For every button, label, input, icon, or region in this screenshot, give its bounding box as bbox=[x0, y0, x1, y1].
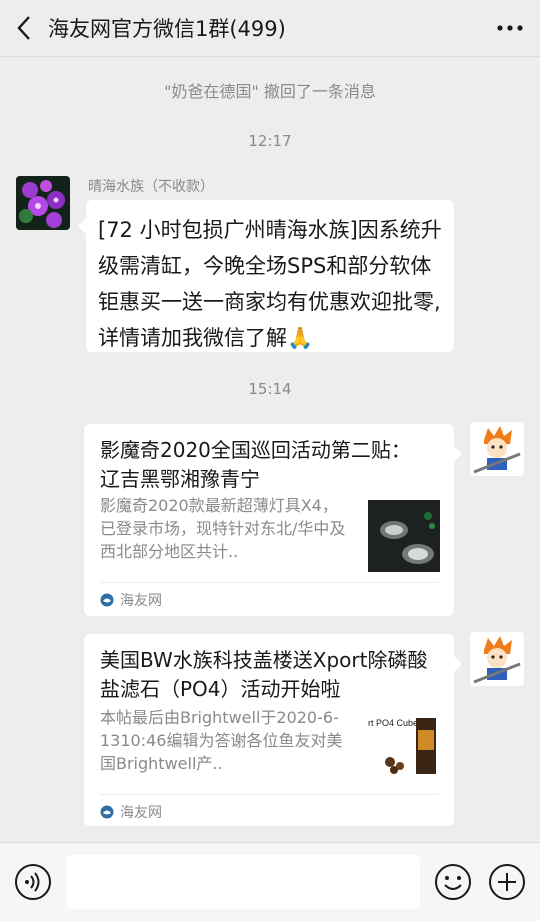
link-card[interactable]: 影魔奇2020全国巡回活动第二贴： 辽吉黑鄂湘豫青宁 影魔奇2020款最新超薄灯… bbox=[84, 424, 462, 616]
card-divider bbox=[100, 794, 438, 795]
timestamp: 15:14 bbox=[248, 380, 292, 398]
back-button[interactable] bbox=[0, 0, 48, 56]
cartoon-avatar-icon bbox=[470, 632, 524, 686]
more-options-button[interactable] bbox=[480, 0, 540, 56]
more-dots-icon bbox=[497, 25, 523, 31]
emoji-button[interactable] bbox=[434, 863, 472, 901]
card-divider bbox=[100, 582, 438, 583]
input-bar bbox=[0, 842, 540, 921]
chat-title: 海友网官方微信1群(499) bbox=[48, 17, 286, 41]
my-avatar[interactable] bbox=[470, 422, 524, 476]
cartoon-avatar-icon bbox=[470, 422, 524, 476]
card-source: 海友网 bbox=[100, 802, 162, 822]
lamp-thumbnail-icon bbox=[368, 500, 440, 572]
card-source: 海友网 bbox=[100, 590, 162, 610]
message-input[interactable] bbox=[66, 855, 420, 909]
plus-icon bbox=[489, 864, 525, 900]
recall-notice: "奶爸在德国" 撤回了一条消息 bbox=[164, 82, 376, 101]
voice-icon bbox=[15, 864, 51, 900]
card-thumbnail bbox=[368, 500, 440, 572]
card-description: 影魔奇2020款最新超薄灯具X4，已登录市场，现特针对东北/华中及西北部分地区共… bbox=[100, 496, 346, 561]
sender-name: 晴海水族（不收款） bbox=[88, 179, 214, 195]
source-logo-icon bbox=[100, 593, 114, 607]
voice-button[interactable] bbox=[14, 863, 52, 901]
source-label: 海友网 bbox=[120, 593, 162, 609]
card-title: 美国BW水族科技盖楼送Xport除磷酸盐滤石（PO4）活动开始啦 bbox=[100, 648, 428, 701]
text-message-bubble[interactable]: [72 小时包损广州晴海水族]因系统升级需清缸，今晚全场SPS和部分软体钜惠买一… bbox=[78, 200, 454, 352]
product-thumbnail-icon: rt PO4 Cubes bbox=[368, 712, 440, 784]
source-label: 海友网 bbox=[120, 805, 162, 821]
chevron-left-icon bbox=[17, 16, 30, 40]
flower-avatar-icon bbox=[16, 176, 70, 230]
sender-avatar[interactable] bbox=[16, 176, 70, 230]
my-avatar[interactable] bbox=[470, 632, 524, 686]
timestamp: 12:17 bbox=[248, 132, 292, 150]
chat-header: 海友网官方微信1群(499) bbox=[0, 0, 540, 57]
card-description: 本帖最后由Brightwell于2020-6-1310:46编辑为答谢各位鱼友对… bbox=[100, 708, 343, 773]
card-thumbnail: rt PO4 Cubes bbox=[368, 712, 440, 784]
thumb-caption: rt PO4 Cubes bbox=[368, 718, 423, 728]
link-card[interactable]: 美国BW水族科技盖楼送Xport除磷酸盐滤石（PO4）活动开始啦 本帖最后由Br… bbox=[84, 634, 462, 826]
plus-button[interactable] bbox=[488, 863, 526, 901]
emoji-icon bbox=[435, 864, 471, 900]
source-logo-icon bbox=[100, 805, 114, 819]
card-title: 影魔奇2020全国巡回活动第二贴： 辽吉黑鄂湘豫青宁 bbox=[100, 438, 411, 491]
